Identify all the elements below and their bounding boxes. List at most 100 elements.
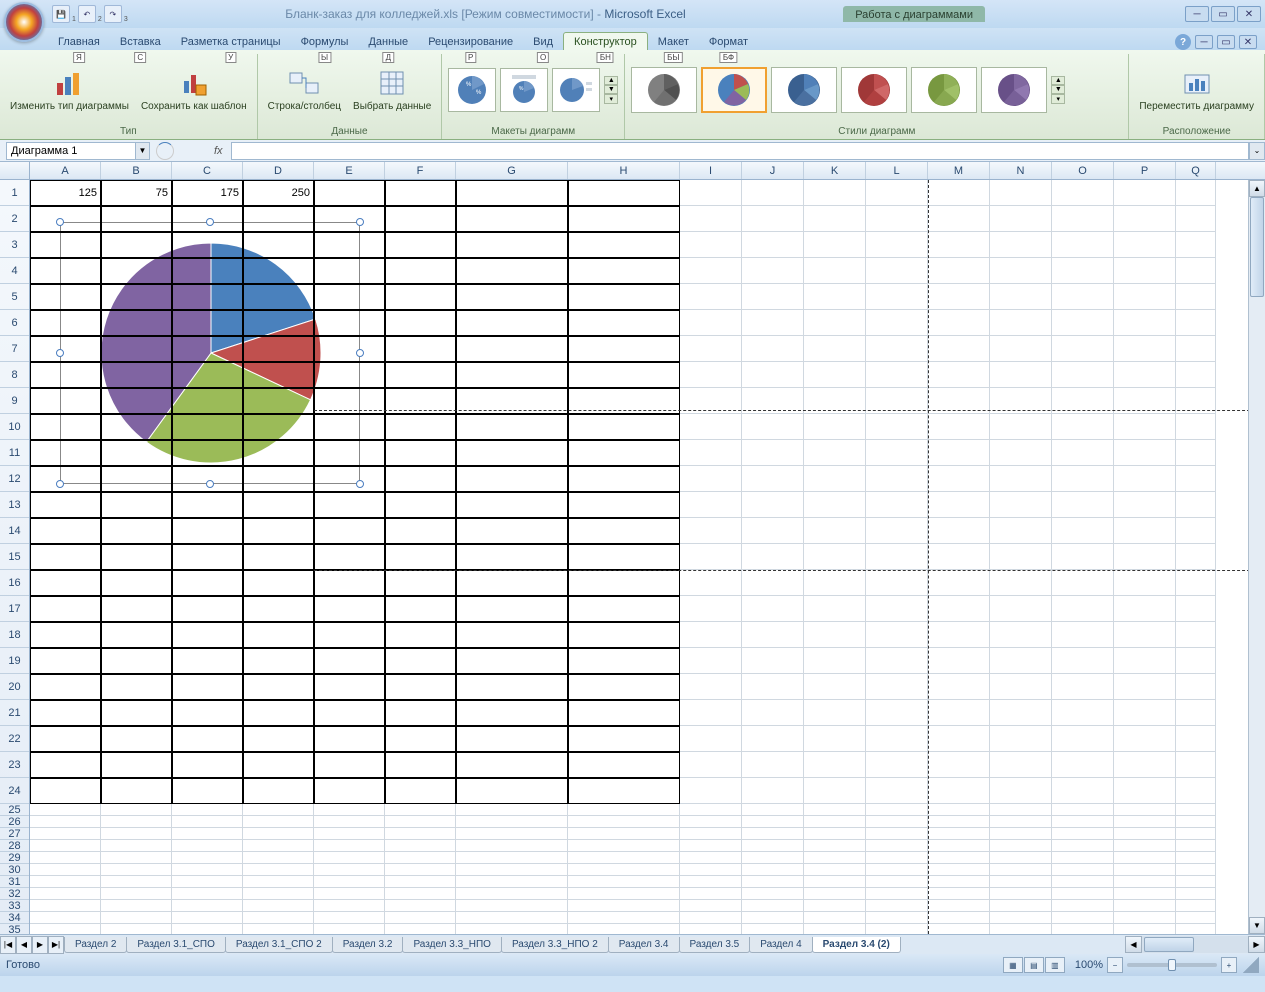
cell[interactable]: [101, 752, 172, 778]
cell[interactable]: [866, 752, 928, 778]
cell[interactable]: [568, 492, 680, 518]
cell[interactable]: [866, 336, 928, 362]
cell[interactable]: [456, 544, 568, 570]
cell[interactable]: [243, 596, 314, 622]
cell[interactable]: [1176, 888, 1216, 900]
cell[interactable]: [568, 570, 680, 596]
cell[interactable]: [1052, 414, 1114, 440]
cell[interactable]: [568, 888, 680, 900]
cell[interactable]: [101, 840, 172, 852]
column-header[interactable]: K: [804, 162, 866, 179]
cell[interactable]: [1176, 622, 1216, 648]
cell[interactable]: [314, 336, 385, 362]
cell[interactable]: [243, 544, 314, 570]
column-header[interactable]: C: [172, 162, 243, 179]
cell[interactable]: [568, 840, 680, 852]
cell[interactable]: [385, 804, 456, 816]
cell[interactable]: [928, 752, 990, 778]
cell[interactable]: [928, 440, 990, 466]
cell[interactable]: [742, 570, 804, 596]
cell[interactable]: [1114, 440, 1176, 466]
cell[interactable]: [866, 924, 928, 934]
cell[interactable]: [456, 414, 568, 440]
cell[interactable]: [680, 804, 742, 816]
cell[interactable]: [928, 804, 990, 816]
cell[interactable]: [314, 912, 385, 924]
cell[interactable]: [866, 864, 928, 876]
cell[interactable]: [990, 840, 1052, 852]
cell[interactable]: [456, 674, 568, 700]
cell[interactable]: [172, 232, 243, 258]
cell[interactable]: [456, 466, 568, 492]
cell[interactable]: [568, 310, 680, 336]
cell[interactable]: [243, 912, 314, 924]
row-header[interactable]: 6: [0, 310, 29, 336]
cell[interactable]: [30, 492, 101, 518]
cell[interactable]: [680, 648, 742, 674]
cell[interactable]: [742, 180, 804, 206]
cell[interactable]: [1114, 752, 1176, 778]
cell[interactable]: [101, 876, 172, 888]
cell[interactable]: [742, 284, 804, 310]
cell[interactable]: [568, 466, 680, 492]
cell[interactable]: [30, 518, 101, 544]
scroll-up-button[interactable]: ▲: [1249, 180, 1265, 197]
cell[interactable]: [30, 388, 101, 414]
cell[interactable]: [172, 900, 243, 912]
cell[interactable]: [1176, 570, 1216, 596]
cell[interactable]: [243, 674, 314, 700]
cell[interactable]: [456, 726, 568, 752]
cell[interactable]: [172, 876, 243, 888]
chart-style-3[interactable]: [771, 67, 837, 113]
cell[interactable]: [30, 924, 101, 934]
cell[interactable]: [680, 518, 742, 544]
cell[interactable]: [680, 900, 742, 912]
cell[interactable]: [456, 912, 568, 924]
cell[interactable]: [804, 888, 866, 900]
cell[interactable]: [804, 570, 866, 596]
cell[interactable]: [172, 596, 243, 622]
cell[interactable]: [680, 440, 742, 466]
cell[interactable]: [1176, 876, 1216, 888]
cell[interactable]: [101, 852, 172, 864]
cell[interactable]: [680, 362, 742, 388]
cell[interactable]: [1176, 852, 1216, 864]
tab-page-layout[interactable]: Разметка страницыУ: [171, 33, 291, 50]
cell[interactable]: [568, 622, 680, 648]
cell[interactable]: [990, 492, 1052, 518]
cell[interactable]: [866, 888, 928, 900]
cell[interactable]: [568, 362, 680, 388]
row-header[interactable]: 19: [0, 648, 29, 674]
cell[interactable]: [314, 852, 385, 864]
cell[interactable]: [742, 840, 804, 852]
row-header[interactable]: 9: [0, 388, 29, 414]
cell[interactable]: [804, 544, 866, 570]
cell[interactable]: [314, 864, 385, 876]
cell[interactable]: [385, 310, 456, 336]
cell[interactable]: [680, 700, 742, 726]
view-page-layout-icon[interactable]: ▤: [1024, 957, 1044, 973]
sheet-tab[interactable]: Раздел 3.4 (2): [812, 937, 901, 953]
cell[interactable]: [866, 570, 928, 596]
cell[interactable]: [1114, 570, 1176, 596]
cell[interactable]: [243, 840, 314, 852]
qat-undo-icon[interactable]: ↶: [78, 5, 96, 23]
cell[interactable]: [172, 570, 243, 596]
cell[interactable]: [680, 622, 742, 648]
doc-close-button[interactable]: ✕: [1239, 35, 1257, 49]
cell[interactable]: [680, 912, 742, 924]
cell[interactable]: [314, 206, 385, 232]
cell[interactable]: [172, 258, 243, 284]
cell[interactable]: [172, 622, 243, 648]
cell[interactable]: [1114, 596, 1176, 622]
cell[interactable]: [680, 726, 742, 752]
layouts-more[interactable]: ▾: [604, 94, 618, 104]
cell[interactable]: [456, 752, 568, 778]
cell[interactable]: [1114, 888, 1176, 900]
cell[interactable]: [928, 888, 990, 900]
cell[interactable]: [172, 804, 243, 816]
cell[interactable]: [101, 284, 172, 310]
cell[interactable]: [928, 648, 990, 674]
cell[interactable]: [30, 206, 101, 232]
cell[interactable]: [243, 752, 314, 778]
